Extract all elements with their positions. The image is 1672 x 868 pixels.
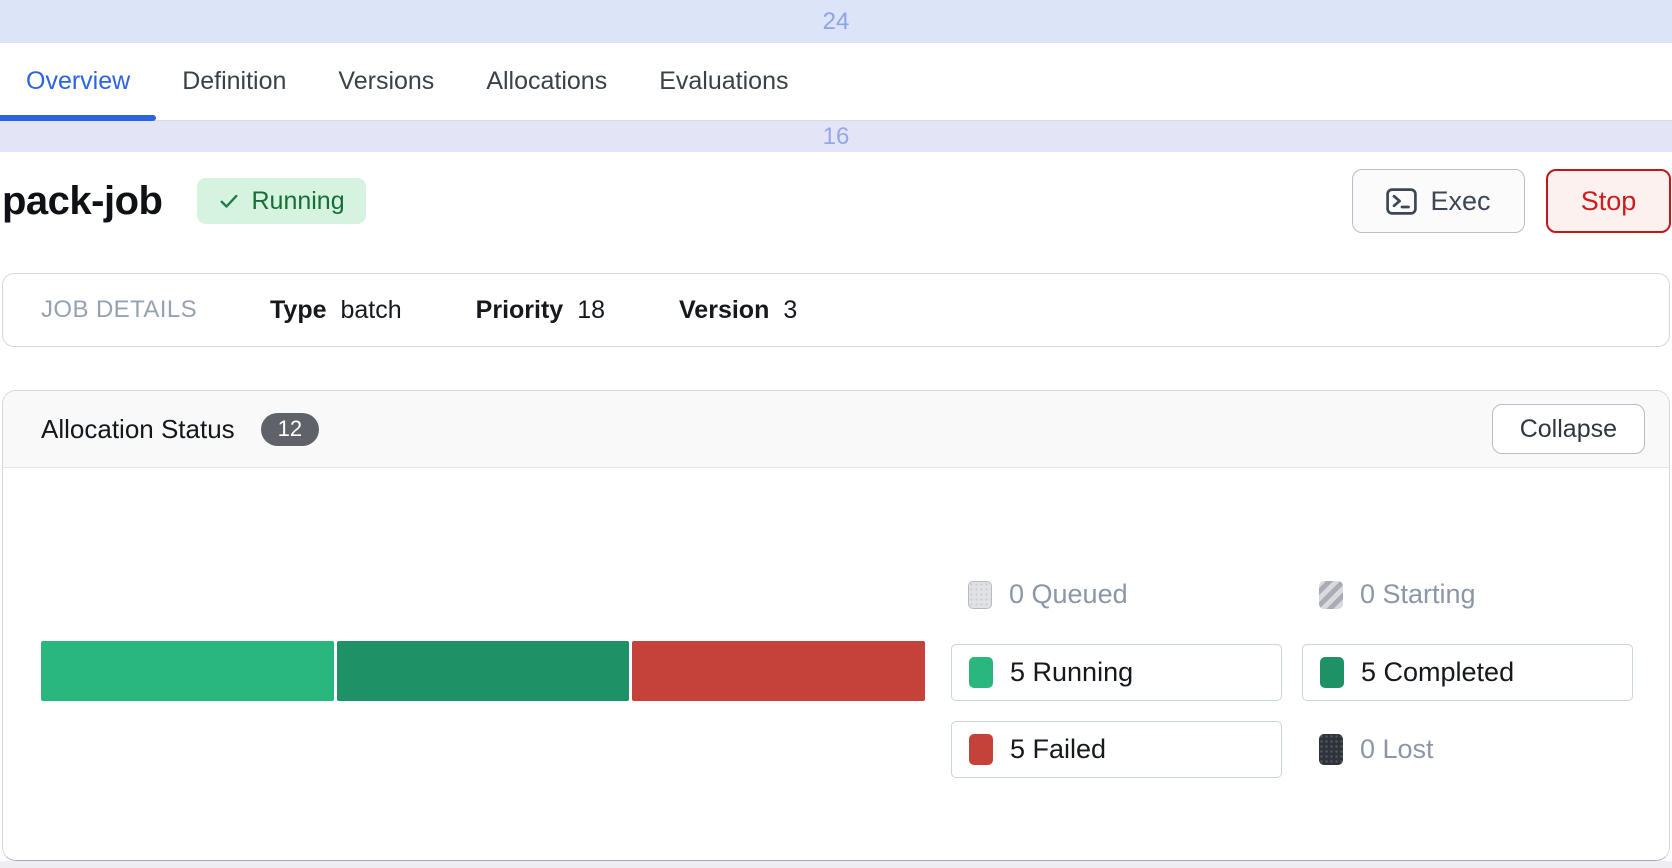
legend-row: 0 Queued 0 Starting — [951, 578, 1653, 611]
lost-swatch-icon — [1319, 734, 1343, 765]
job-detail-type: Type batch — [270, 296, 402, 325]
layout-annotation-bottom — [0, 861, 1672, 868]
tab-versions[interactable]: Versions — [312, 43, 460, 120]
annotation-value: 16 — [823, 123, 850, 151]
tab-bar: OverviewDefinitionVersionsAllocationsEva… — [0, 43, 1672, 121]
allocation-status-title: Allocation Status — [41, 414, 235, 445]
legend-label: 5 Failed — [1010, 734, 1106, 765]
tab-overview[interactable]: Overview — [0, 43, 156, 120]
field-value: 18 — [577, 296, 605, 325]
legend-item-failed[interactable]: 5 Failed — [951, 721, 1282, 778]
annotation-value: 24 — [823, 8, 850, 36]
allocation-count-badge: 12 — [261, 413, 319, 446]
failed-swatch-icon — [969, 734, 993, 765]
allocation-status-panel: Allocation Status 12 Collapse 0 Queued0 … — [2, 390, 1670, 861]
bar-segment-completed[interactable] — [337, 641, 630, 701]
legend-item-lost: 0 Lost — [1302, 721, 1653, 778]
job-header: pack-job Running Exec Stop — [0, 152, 1672, 250]
legend-label: 0 Starting — [1360, 579, 1476, 610]
job-details-box: JOB DETAILS Type batch Priority 18 Version 3 — [2, 273, 1670, 347]
field-label: Version — [679, 296, 769, 325]
terminal-icon — [1386, 188, 1417, 215]
legend-item-running[interactable]: 5 Running — [951, 644, 1282, 701]
job-detail-priority: Priority 18 — [476, 296, 605, 325]
page: 24 OverviewDefinitionVersionsAllocations… — [0, 0, 1672, 868]
legend-label: 0 Lost — [1360, 734, 1434, 765]
job-details-fields: Type batch Priority 18 Version 3 — [270, 296, 797, 325]
completed-swatch-icon — [1320, 657, 1344, 688]
collapse-button[interactable]: Collapse — [1492, 404, 1645, 454]
field-label: Type — [270, 296, 327, 325]
allocation-status-header: Allocation Status 12 Collapse — [3, 391, 1669, 468]
exec-button[interactable]: Exec — [1352, 169, 1525, 233]
queued-swatch-icon — [968, 581, 992, 609]
allocation-legend: 0 Queued0 Starting5 Running5 Completed5 … — [951, 578, 1653, 778]
status-badge-label: Running — [251, 187, 344, 216]
legend-label: 5 Completed — [1361, 657, 1514, 688]
field-value: batch — [341, 296, 402, 325]
legend-row: 5 Running 5 Completed — [951, 644, 1653, 701]
running-swatch-icon — [969, 657, 993, 688]
job-detail-version: Version 3 — [679, 296, 797, 325]
legend-label: 5 Running — [1010, 657, 1133, 688]
allocation-status-body: 0 Queued0 Starting5 Running5 Completed5 … — [3, 468, 1669, 859]
allocation-bar — [41, 641, 925, 701]
page-title: pack-job — [2, 179, 162, 224]
legend-item-completed[interactable]: 5 Completed — [1302, 644, 1633, 701]
tab-allocations[interactable]: Allocations — [460, 43, 633, 120]
field-label: Priority — [476, 296, 564, 325]
legend-label: 0 Queued — [1009, 579, 1128, 610]
tab-evaluations[interactable]: Evaluations — [633, 43, 814, 120]
check-icon — [218, 190, 240, 212]
job-details-section-label: JOB DETAILS — [41, 296, 197, 324]
layout-annotation-middle: 16 — [0, 121, 1672, 152]
exec-button-label: Exec — [1430, 186, 1490, 217]
bar-segment-failed[interactable] — [632, 641, 925, 701]
starting-swatch-icon — [1319, 581, 1343, 609]
legend-item-starting: 0 Starting — [1302, 578, 1653, 611]
legend-item-queued: 0 Queued — [951, 578, 1302, 611]
stop-button[interactable]: Stop — [1546, 169, 1671, 233]
field-value: 3 — [783, 296, 797, 325]
legend-row: 5 Failed 0 Lost — [951, 721, 1653, 778]
status-badge: Running — [197, 178, 365, 224]
bar-segment-running[interactable] — [41, 641, 334, 701]
stop-button-label: Stop — [1581, 186, 1637, 217]
tab-definition[interactable]: Definition — [156, 43, 312, 120]
layout-annotation-top: 24 — [0, 0, 1672, 43]
